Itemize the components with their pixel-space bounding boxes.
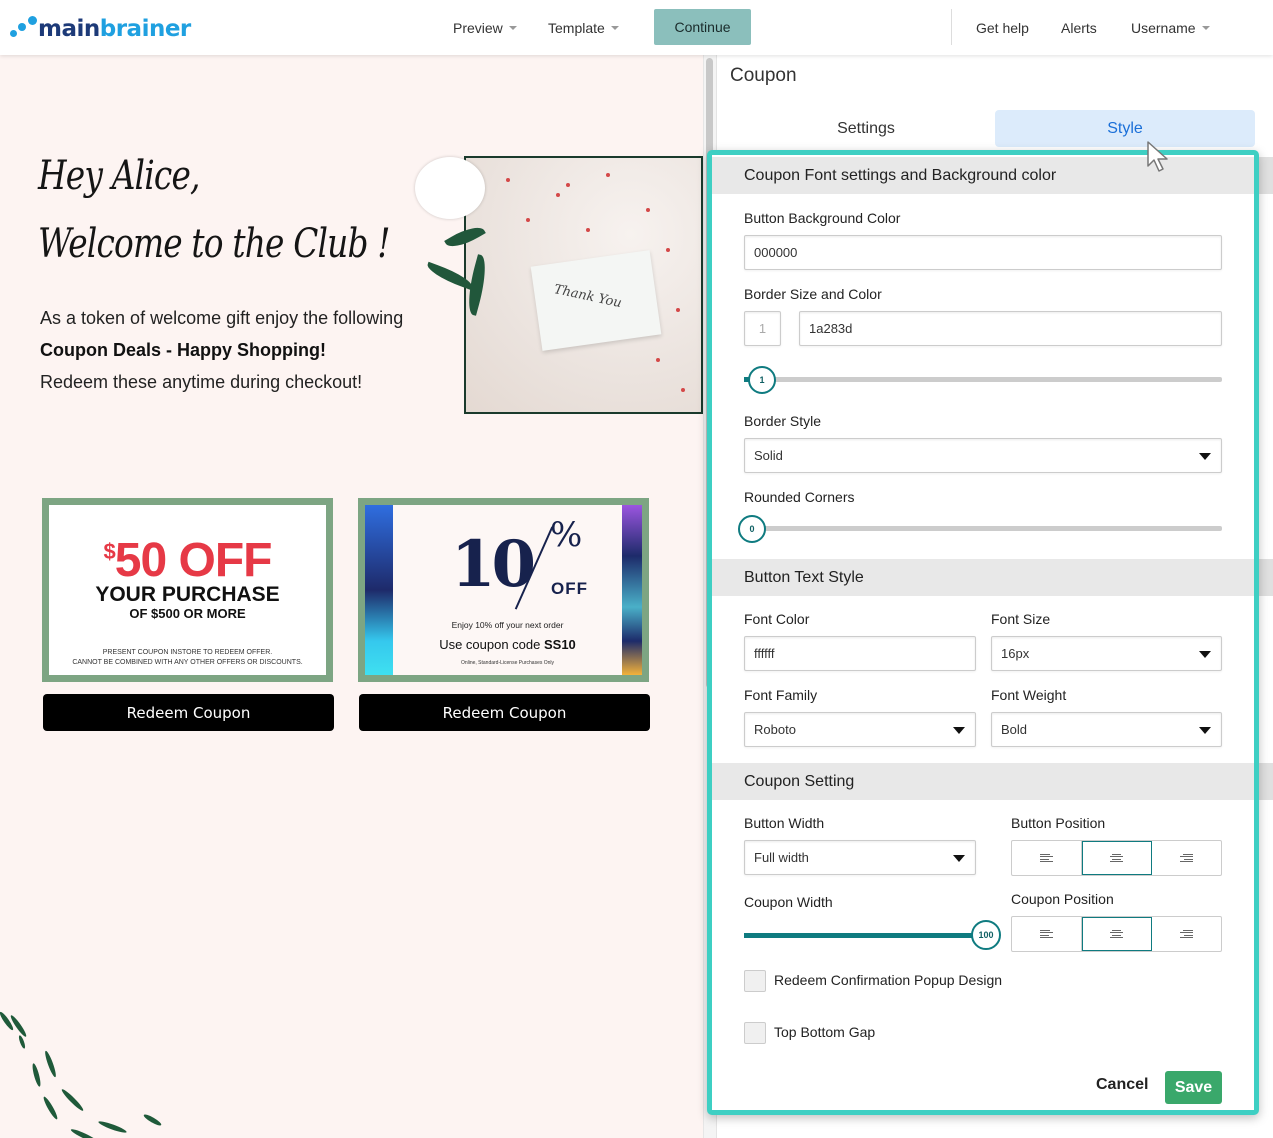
section-header-button-text: Button Text Style: [712, 559, 1254, 596]
border-style-label: Border Style: [744, 413, 822, 429]
thank-you-card: Thank You: [530, 250, 662, 351]
continue-button[interactable]: Continue: [654, 9, 751, 45]
section-header-font-bg: Coupon Font settings and Background colo…: [712, 157, 1254, 194]
coupon-10-percent: 10 % OFF Enjoy 10% off your next order U…: [358, 498, 649, 682]
rounded-corners-slider[interactable]: [744, 526, 1222, 531]
top-bottom-gap-checkbox[interactable]: [744, 1022, 766, 1044]
caret-down-icon: [508, 25, 517, 30]
font-size-select[interactable]: 16px: [991, 636, 1222, 671]
font-size-label: Font Size: [991, 611, 1051, 627]
intro-text: As a token of welcome gift enjoy the fol…: [40, 308, 404, 392]
coupon-align-center[interactable]: [1082, 917, 1152, 951]
dropdown-arrow-icon: [953, 727, 965, 734]
align-center-icon: [1110, 853, 1123, 863]
redeem-coupon-button-2[interactable]: Redeem Coupon: [359, 694, 650, 731]
align-center-icon: [1110, 929, 1123, 939]
button-align-right[interactable]: [1152, 841, 1221, 875]
alerts-label: Alerts: [1061, 19, 1097, 36]
font-weight-label: Font Weight: [991, 687, 1067, 703]
mainbrainer-logo[interactable]: mainbrainer: [10, 14, 191, 44]
coupon-position-group: [1011, 916, 1222, 952]
save-button[interactable]: Save: [1165, 1071, 1222, 1104]
caret-down-icon: [610, 25, 619, 30]
mouse-cursor-icon: [1147, 141, 1168, 172]
font-weight-select[interactable]: Bold: [991, 712, 1222, 747]
border-size-color-label: Border Size and Color: [744, 286, 882, 302]
tab-settings[interactable]: Settings: [727, 110, 1005, 147]
alerts-link[interactable]: Alerts: [1061, 0, 1097, 55]
redeem-coupon-button-1[interactable]: Redeem Coupon: [43, 694, 334, 731]
coupon-width-slider[interactable]: [744, 933, 979, 938]
align-left-icon: [1040, 929, 1053, 939]
top-navbar: mainbrainer Preview Template Continue Ge…: [0, 0, 1273, 55]
logo-text: mainbrainer: [38, 16, 191, 42]
rounded-corners-slider-knob[interactable]: 0: [738, 515, 766, 543]
logo-dots-icon: [10, 16, 38, 42]
button-align-left[interactable]: [1012, 841, 1082, 875]
top-bottom-gap-label: Top Bottom Gap: [774, 1024, 876, 1040]
template-menu[interactable]: Template: [548, 0, 619, 55]
button-position-group: [1011, 840, 1222, 876]
dropdown-arrow-icon: [1199, 651, 1211, 658]
button-width-select[interactable]: Full width: [744, 840, 976, 875]
dropdown-arrow-icon: [1199, 453, 1211, 460]
button-bg-color-input[interactable]: 000000: [744, 235, 1222, 270]
get-help-link[interactable]: Get help: [976, 0, 1029, 55]
border-size-slider-knob[interactable]: 1: [748, 366, 776, 394]
align-right-icon: [1180, 929, 1193, 939]
dropdown-arrow-icon: [953, 855, 965, 862]
peony-flower-icon: [415, 157, 485, 219]
email-preview-canvas: Hey Alice, Welcome to the Club ! As a to…: [0, 55, 703, 1138]
caret-down-icon: [1201, 25, 1210, 30]
username-label: Username: [1131, 19, 1196, 36]
preview-menu[interactable]: Preview: [453, 0, 517, 55]
button-width-label: Button Width: [744, 815, 825, 831]
font-family-select[interactable]: Roboto: [744, 712, 976, 747]
coupon-align-right[interactable]: [1152, 917, 1221, 951]
dropdown-arrow-icon: [1199, 727, 1211, 734]
coupon-position-label: Coupon Position: [1011, 891, 1114, 907]
coupon-width-label: Coupon Width: [744, 894, 833, 910]
template-label: Template: [548, 19, 605, 36]
preview-label: Preview: [453, 19, 503, 36]
nav-divider: [951, 9, 952, 45]
panel-title: Coupon: [730, 65, 797, 86]
username-menu[interactable]: Username: [1131, 0, 1210, 55]
align-left-icon: [1040, 853, 1053, 863]
get-help-label: Get help: [976, 19, 1029, 36]
redeem-popup-label: Redeem Confirmation Popup Design: [774, 972, 1003, 988]
coupon-50-off: $50 OFF YOUR PURCHASE OF $500 OR MORE PR…: [42, 498, 333, 682]
border-style-select[interactable]: Solid: [744, 438, 1222, 473]
button-align-center[interactable]: [1082, 841, 1152, 875]
font-family-label: Font Family: [744, 687, 818, 703]
rounded-corners-label: Rounded Corners: [744, 489, 855, 505]
font-color-input[interactable]: ffffff: [744, 636, 976, 671]
welcome-heading: Welcome to the Club !: [38, 221, 390, 267]
font-color-label: Font Color: [744, 611, 810, 627]
redeem-popup-checkbox[interactable]: [744, 970, 766, 992]
border-size-slider[interactable]: [744, 377, 1222, 382]
tab-style[interactable]: Style: [995, 110, 1255, 147]
hero-photo: Thank You: [464, 156, 703, 414]
coupon-width-slider-knob[interactable]: 100: [971, 920, 1001, 950]
border-size-input[interactable]: 1: [744, 311, 781, 346]
border-color-input[interactable]: 1a283d: [799, 311, 1222, 346]
greeting-heading: Hey Alice,: [38, 153, 200, 199]
button-bg-color-label: Button Background Color: [744, 210, 901, 226]
style-settings-highlight: Coupon Font settings and Background colo…: [707, 150, 1259, 1115]
cancel-button[interactable]: Cancel: [1096, 1076, 1148, 1094]
align-right-icon: [1180, 853, 1193, 863]
coupon-align-left[interactable]: [1012, 917, 1082, 951]
button-position-label: Button Position: [1011, 815, 1106, 831]
section-header-coupon-setting: Coupon Setting: [712, 763, 1254, 800]
